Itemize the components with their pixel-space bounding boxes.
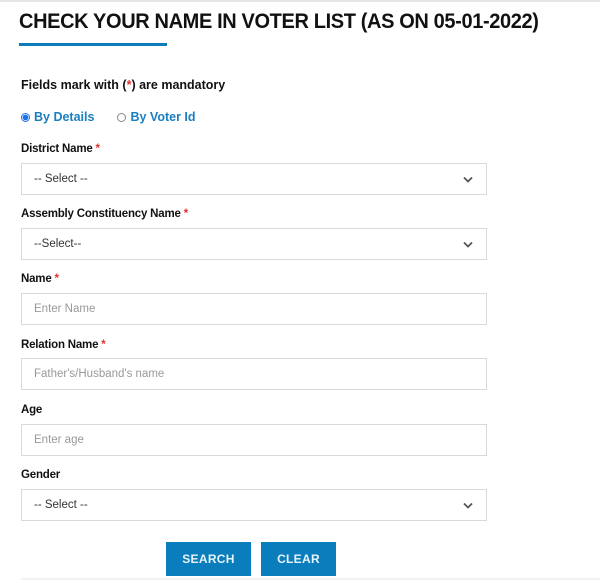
mandatory-note-suffix: ) are mandatory — [131, 78, 226, 92]
assembly-select-value: --Select-- — [34, 238, 82, 250]
name-label: Name * — [21, 273, 59, 285]
assembly-label: Assembly Constituency Name * — [21, 208, 188, 220]
radio-by-voter-id-label: By Voter Id — [130, 110, 196, 124]
mandatory-note: Fields mark with (*) are mandatory — [21, 78, 225, 92]
required-star: * — [54, 273, 59, 285]
gender-select[interactable]: -- Select -- — [21, 489, 487, 521]
radio-by-voter-id[interactable]: By Voter Id — [117, 110, 196, 124]
clear-button[interactable]: CLEAR — [261, 542, 336, 576]
relation-input[interactable]: Father's/Husband's name — [21, 358, 487, 390]
chevron-down-icon — [462, 238, 474, 250]
required-star: * — [183, 208, 188, 220]
chevron-down-icon — [462, 173, 474, 185]
name-label-text: Name — [21, 273, 52, 285]
relation-input-placeholder: Father's/Husband's name — [34, 368, 165, 380]
radio-by-details[interactable]: By Details — [21, 110, 94, 124]
gender-label: Gender — [21, 469, 60, 481]
mandatory-note-prefix: Fields mark with ( — [21, 78, 127, 92]
assembly-select[interactable]: --Select-- — [21, 228, 487, 260]
search-mode-group: By Details By Voter Id — [21, 110, 196, 124]
assembly-label-text: Assembly Constituency Name — [21, 208, 181, 220]
top-divider — [0, 0, 600, 2]
age-label: Age — [21, 404, 42, 416]
name-input[interactable]: Enter Name — [21, 293, 487, 325]
district-label-text: District Name — [21, 143, 93, 155]
gender-select-value: -- Select -- — [34, 499, 88, 511]
age-input[interactable]: Enter age — [21, 424, 487, 456]
district-select-value: -- Select -- — [34, 173, 88, 185]
radio-unchecked-icon[interactable] — [117, 112, 127, 122]
district-label: District Name * — [21, 143, 100, 155]
page-title: CHECK YOUR NAME IN VOTER LIST (AS ON 05-… — [19, 9, 539, 33]
age-input-placeholder: Enter age — [34, 434, 84, 446]
chevron-down-icon — [462, 499, 474, 511]
search-button[interactable]: SEARCH — [166, 542, 251, 576]
relation-label-text: Relation Name — [21, 339, 99, 351]
district-select[interactable]: -- Select -- — [21, 163, 487, 195]
gender-label-text: Gender — [21, 469, 61, 481]
radio-by-details-label: By Details — [34, 110, 95, 124]
relation-label: Relation Name * — [21, 339, 106, 351]
bottom-divider — [21, 578, 600, 580]
name-input-placeholder: Enter Name — [34, 303, 96, 315]
age-label-text: Age — [21, 404, 43, 416]
required-star: * — [101, 339, 106, 351]
radio-checked-icon[interactable] — [21, 112, 30, 122]
title-underline — [19, 43, 167, 46]
required-star: * — [95, 143, 100, 155]
